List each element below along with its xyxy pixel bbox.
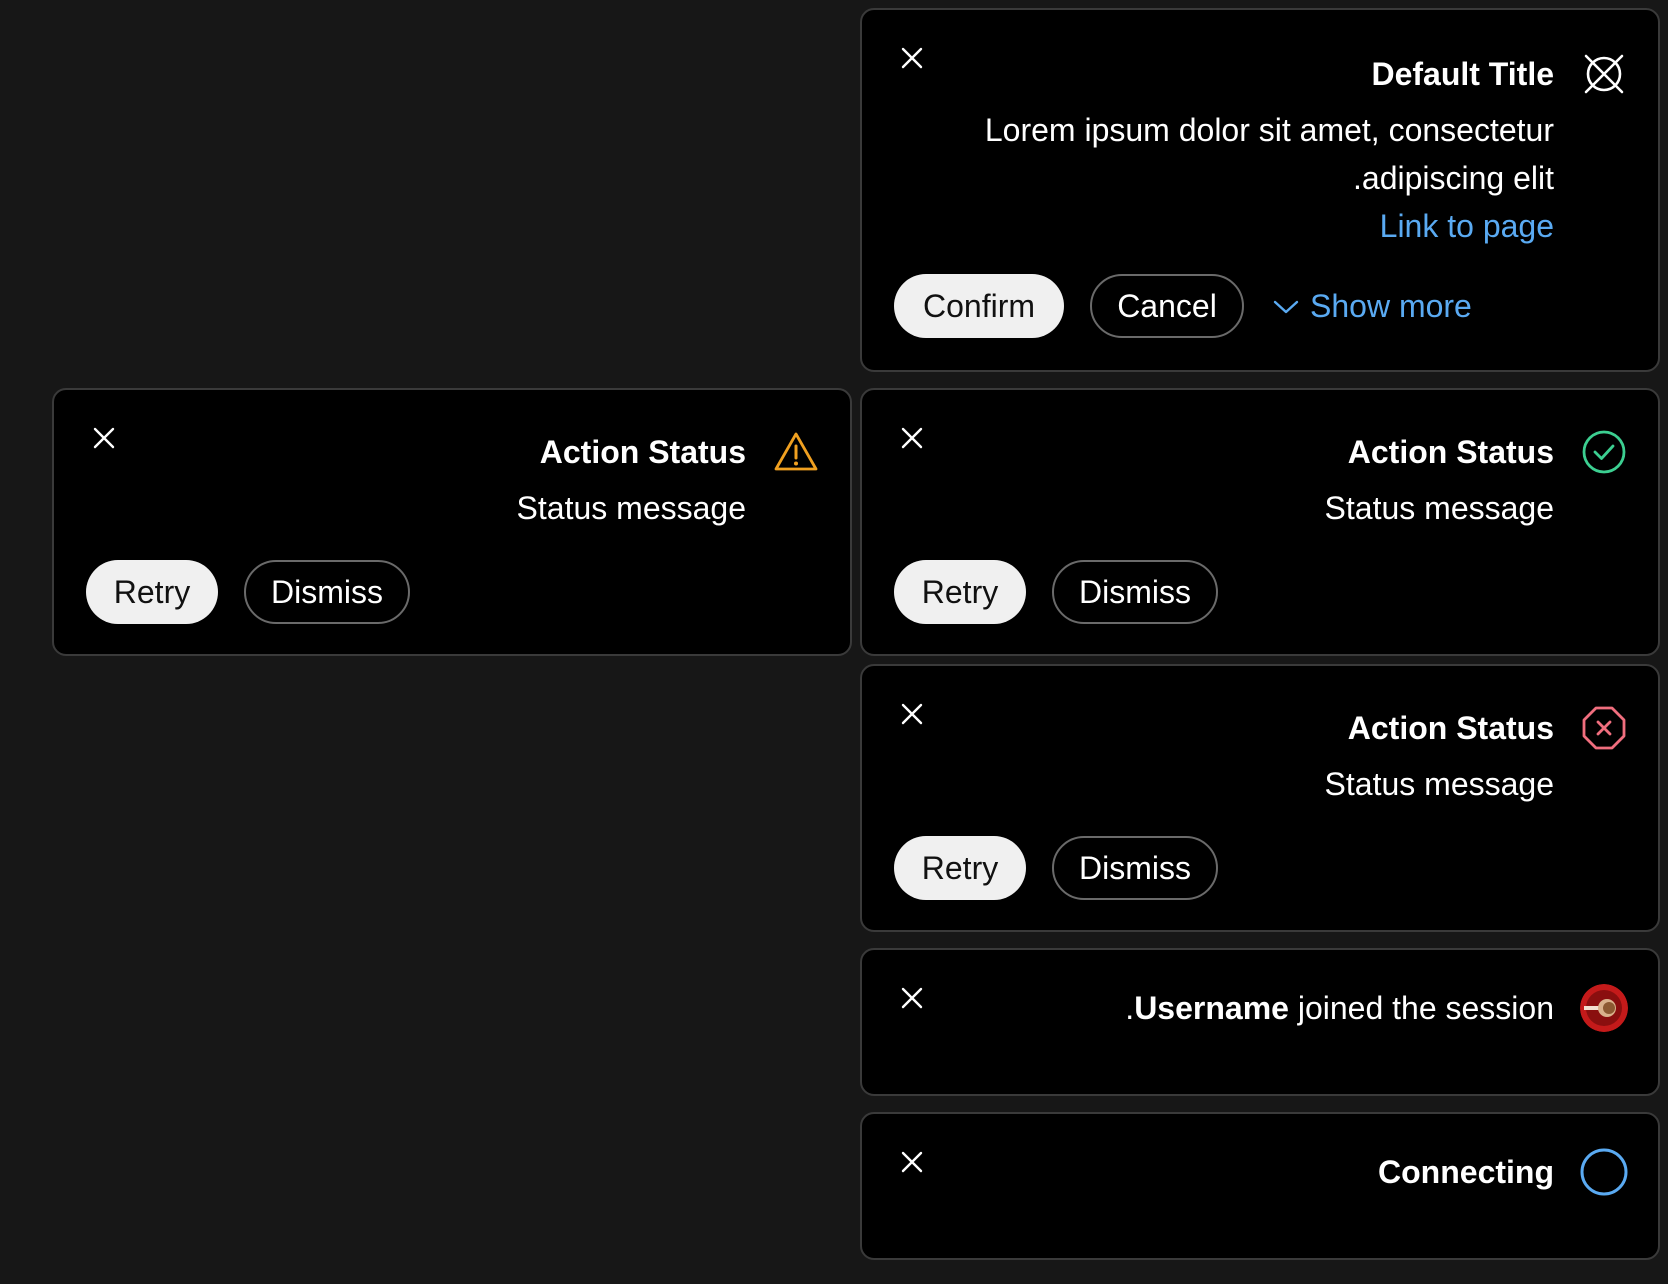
toast-title: Action Status [1347,710,1554,746]
warning-icon [772,428,820,476]
status-message: Status message [1324,766,1554,802]
close-icon[interactable] [90,424,118,452]
toast-message-line1: Lorem ipsum dolor sit amet, consectetur [984,112,1554,148]
dismiss-button[interactable]: Dismiss [244,560,410,624]
crossed-circle-icon [1580,50,1628,98]
spinner-circle-icon [1580,1148,1628,1196]
show-more-label: Show more [1310,288,1472,324]
show-more-button[interactable]: Show more [1272,288,1472,325]
cancel-button[interactable]: Cancel [1090,274,1244,338]
status-message: Status message [1324,490,1554,526]
username: Username [1134,990,1289,1026]
toast-title: Action Status [539,434,746,470]
check-circle-icon [1580,428,1628,476]
toast-title: Connecting [1378,1154,1554,1190]
retry-button[interactable]: Retry [894,560,1026,624]
success-toast: Action Status Status message Retry Dismi… [860,388,1660,656]
dismiss-button[interactable]: Dismiss [1052,560,1218,624]
close-icon[interactable] [898,700,926,728]
error-octagon-icon [1580,704,1628,752]
user-avatar [1580,984,1628,1032]
user-joined-message: .Username joined the session [1125,990,1554,1027]
dismiss-button[interactable]: Dismiss [1052,836,1218,900]
toast-title: Default Title [1371,56,1554,92]
user-joined-toast: .Username joined the session [860,948,1660,1096]
status-message: Status message [516,490,746,526]
warning-toast: Action Status Status message Retry Dismi… [52,388,852,656]
close-icon[interactable] [898,1148,926,1176]
toast-title: Action Status [1347,434,1554,470]
close-icon[interactable] [898,44,926,72]
toast-message-line2: .adipiscing elit [1353,160,1554,196]
link-to-page[interactable]: Link to page [1380,208,1554,245]
close-icon[interactable] [898,424,926,452]
joined-text: joined the session [1288,990,1554,1026]
close-icon[interactable] [898,984,926,1012]
joined-prefix: . [1125,990,1135,1026]
default-toast: Default Title Lorem ipsum dolor sit amet… [860,8,1660,372]
connecting-toast: Connecting [860,1112,1660,1260]
chevron-down-icon [1272,297,1300,317]
retry-button[interactable]: Retry [894,836,1026,900]
error-toast: Action Status Status message Retry Dismi… [860,664,1660,932]
retry-button[interactable]: Retry [86,560,218,624]
confirm-button[interactable]: Confirm [894,274,1064,338]
